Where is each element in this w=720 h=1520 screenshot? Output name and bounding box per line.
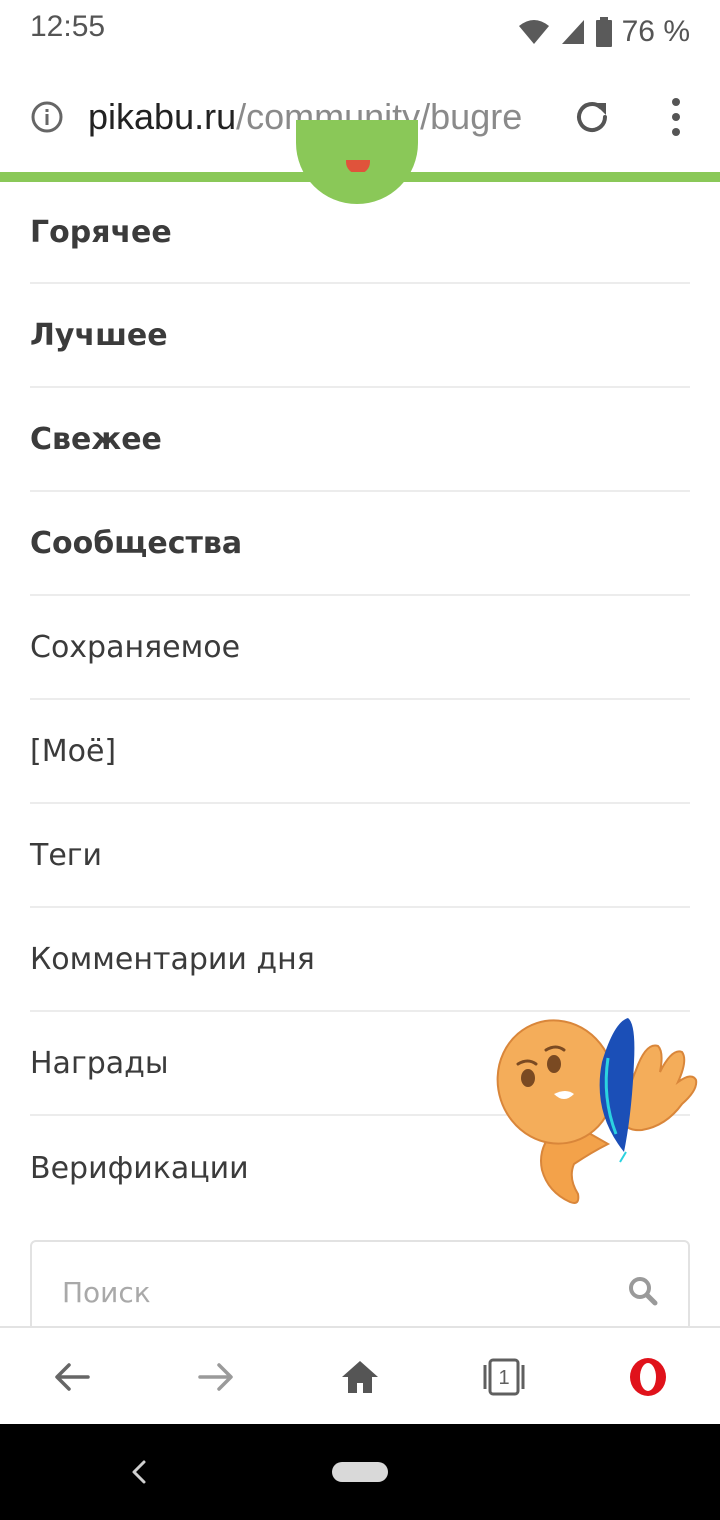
tabs-icon: 1 bbox=[483, 1358, 525, 1396]
home-icon bbox=[342, 1361, 378, 1393]
search-box bbox=[30, 1240, 690, 1340]
status-icons: 76 % bbox=[518, 12, 690, 52]
menu-item-mine[interactable]: [Моё] bbox=[30, 700, 690, 804]
menu-item-saved[interactable]: Сохраняемое bbox=[30, 596, 690, 700]
home-button[interactable] bbox=[310, 1328, 410, 1426]
search-icon[interactable] bbox=[628, 1276, 658, 1306]
mascot-illustration bbox=[496, 1018, 698, 1204]
forward-arrow-icon bbox=[198, 1363, 233, 1391]
reload-icon[interactable] bbox=[572, 97, 612, 137]
overflow-menu-icon[interactable] bbox=[660, 96, 692, 138]
menu-item-tags[interactable]: Теги bbox=[30, 804, 690, 908]
browser-bottom-toolbar: 1 bbox=[0, 1326, 720, 1424]
tabs-count: 1 bbox=[498, 1367, 509, 1389]
nav-back-icon[interactable] bbox=[126, 1456, 150, 1488]
search-input[interactable] bbox=[62, 1272, 582, 1312]
menu-item-best[interactable]: Лучшее bbox=[30, 284, 690, 388]
info-icon[interactable] bbox=[30, 100, 64, 134]
back-arrow-icon bbox=[55, 1363, 90, 1391]
nav-home-pill[interactable] bbox=[332, 1462, 388, 1482]
menu-item-comments-of-day[interactable]: Комментарии дня bbox=[30, 908, 690, 1012]
battery-icon bbox=[595, 17, 612, 47]
status-time: 12:55 bbox=[30, 10, 106, 43]
cell-signal-icon bbox=[561, 20, 584, 44]
opera-menu-button[interactable] bbox=[598, 1328, 698, 1426]
android-nav-bar bbox=[0, 1424, 720, 1520]
menu-item-communities[interactable]: Сообщества bbox=[30, 492, 690, 596]
back-button[interactable] bbox=[22, 1328, 122, 1426]
wifi-icon bbox=[518, 20, 549, 44]
forward-button[interactable] bbox=[166, 1328, 266, 1426]
menu-item-hot[interactable]: Горячее bbox=[30, 182, 690, 284]
menu-item-fresh[interactable]: Свежее bbox=[30, 388, 690, 492]
battery-percent: 76 % bbox=[621, 15, 690, 48]
accent-line bbox=[0, 172, 720, 182]
url-host: pikabu.ru bbox=[88, 96, 237, 137]
opera-logo-icon bbox=[630, 1358, 666, 1396]
status-bar: 12:55 76 % bbox=[0, 0, 720, 64]
tabs-button[interactable]: 1 bbox=[454, 1328, 554, 1426]
